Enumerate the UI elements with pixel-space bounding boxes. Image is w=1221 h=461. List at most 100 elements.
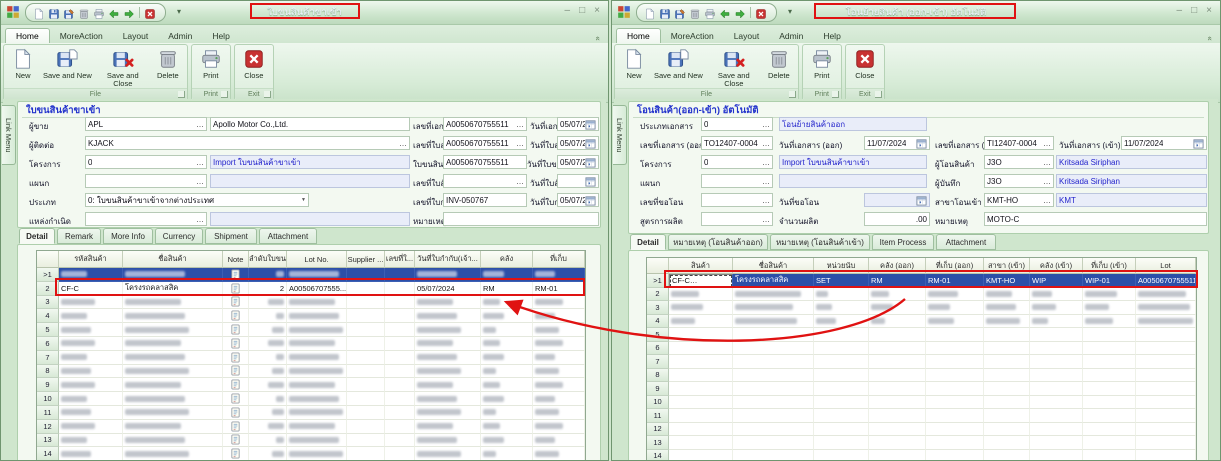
field-recorded_by_name[interactable]: Kritsada Siriphan	[1056, 174, 1207, 188]
field-request_no[interactable]: …	[701, 193, 773, 207]
grid-cell-seq[interactable]	[249, 296, 287, 310]
grid-cell-code[interactable]	[669, 396, 733, 410]
grid-cell-branch_in[interactable]	[984, 396, 1030, 410]
row-number-cell[interactable]: 4	[647, 315, 669, 329]
field-department_name[interactable]	[779, 174, 927, 188]
grid-cell-wh_in[interactable]	[1030, 355, 1083, 369]
field-formula[interactable]: …	[701, 212, 773, 226]
grid-cell-wh_in[interactable]	[1030, 315, 1083, 329]
grid-cell-name[interactable]	[733, 288, 814, 302]
row-number-cell[interactable]: 9	[37, 378, 59, 392]
grid-cell-code[interactable]	[669, 328, 733, 342]
detail-tab-1[interactable]: Remark	[57, 228, 101, 244]
grid-cell-code[interactable]	[669, 301, 733, 315]
grid-cell-name[interactable]	[123, 337, 223, 351]
grid-cell-ref[interactable]	[385, 434, 415, 448]
grid-cell-name[interactable]	[733, 328, 814, 342]
grid-cell-warehouse[interactable]	[481, 406, 533, 420]
grid-cell-lot[interactable]	[1136, 382, 1196, 396]
grid-cell-invoice_date[interactable]	[415, 406, 481, 420]
ellipsis-button[interactable]: …	[1041, 158, 1051, 167]
grid-cell-lot[interactable]	[1136, 369, 1196, 383]
grid-cell-name[interactable]	[123, 351, 223, 365]
grid-cell-lot[interactable]	[1136, 409, 1196, 423]
grid-cell-seq[interactable]	[249, 378, 287, 392]
grid-cell-bin[interactable]	[533, 323, 585, 337]
grid-cell-ref[interactable]	[385, 406, 415, 420]
grid-cell-wh_in[interactable]	[1030, 288, 1083, 302]
field-type_value[interactable]: 0: ใบขนสินค้าขาเข้าจากต่างประเทศ▼	[85, 193, 309, 207]
detail-tab-detail[interactable]: Detail	[19, 228, 55, 244]
grid-cell-bin_out[interactable]	[926, 409, 984, 423]
grid-cell-bin_in[interactable]	[1083, 315, 1136, 329]
calendar-icon[interactable]	[585, 138, 596, 149]
ellipsis-button[interactable]: …	[194, 158, 204, 167]
detail-tab-2[interactable]: หมายเหตุ (โอนสินค้าเข้า)	[770, 234, 870, 250]
calendar-icon[interactable]	[1193, 138, 1204, 149]
calendar-icon[interactable]	[585, 195, 596, 206]
grid-cell-name[interactable]	[123, 296, 223, 310]
grid-cell-uom[interactable]	[814, 342, 869, 356]
field-qty[interactable]: .00	[864, 212, 930, 226]
grid-cell-bin[interactable]	[533, 392, 585, 406]
field-doc_type_code[interactable]: 0…	[701, 117, 773, 131]
field-department_name[interactable]	[210, 174, 410, 188]
grid-cell-bin_out[interactable]	[926, 288, 984, 302]
grid-cell-warehouse[interactable]	[481, 337, 533, 351]
grid-cell-supplier[interactable]	[347, 365, 385, 379]
grid-cell-uom[interactable]	[814, 328, 869, 342]
field-transfer_by_name[interactable]: Kritsada Siriphan	[1056, 155, 1207, 169]
row-number-cell[interactable]: 2	[37, 282, 59, 296]
grid-cell-branch_in[interactable]	[984, 328, 1030, 342]
grid-cell-wh_in[interactable]	[1030, 396, 1083, 410]
grid-cell-name[interactable]	[733, 450, 814, 461]
column-header-wh_out[interactable]: คลัง (ออก)	[869, 258, 926, 274]
row-number-cell[interactable]: >1	[647, 274, 669, 288]
grid-cell-name[interactable]	[123, 268, 223, 282]
detail-tab-4[interactable]: Shipment	[205, 228, 257, 244]
detail-tab-detail[interactable]: Detail	[630, 234, 666, 250]
grid-cell-name[interactable]	[733, 301, 814, 315]
grid-cell-note[interactable]	[223, 337, 249, 351]
column-header-name[interactable]: ชื่อสินค้า	[733, 258, 814, 274]
column-header-bin[interactable]: ที่เก็บ	[533, 251, 585, 268]
grid-cell-lot[interactable]	[1136, 315, 1196, 329]
field-invoice_date[interactable]: 05/07/2024	[557, 193, 599, 207]
grid-cell-wh_out[interactable]	[869, 328, 926, 342]
grid-cell-supplier[interactable]	[347, 337, 385, 351]
grid-cell-branch_in[interactable]	[984, 436, 1030, 450]
grid-cell-seq[interactable]	[249, 323, 287, 337]
detail-tab-1[interactable]: หมายเหตุ (โอนสินค้าออก)	[668, 234, 768, 250]
detail-tab-2[interactable]: More Info	[103, 228, 153, 244]
grid-cell-wh_in[interactable]	[1030, 450, 1083, 461]
grid-cell-code[interactable]	[669, 382, 733, 396]
grid-cell-invoice_date[interactable]: 05/07/2024	[415, 282, 481, 296]
grid-cell-branch_in[interactable]	[984, 355, 1030, 369]
grid-cell-bin_out[interactable]	[926, 355, 984, 369]
column-header-warehouse[interactable]: คลัง	[481, 251, 533, 268]
grid-cell-wh_in[interactable]	[1030, 382, 1083, 396]
grid-cell-wh_out[interactable]	[869, 315, 926, 329]
grid-cell-note[interactable]	[223, 378, 249, 392]
grid-cell-lot[interactable]	[1136, 301, 1196, 315]
grid-cell-branch_in[interactable]	[984, 301, 1030, 315]
ellipsis-button[interactable]: …	[514, 177, 524, 186]
grid-cell-lot[interactable]	[287, 420, 347, 434]
grid-cell-seq[interactable]	[249, 351, 287, 365]
grid-cell-lot[interactable]: A0050670755511	[1136, 274, 1196, 288]
grid-cell-warehouse[interactable]	[481, 447, 533, 461]
grid-cell-uom[interactable]: SET	[814, 274, 869, 288]
grid-cell-invoice_date[interactable]	[415, 392, 481, 406]
ellipsis-button[interactable]: …	[1041, 177, 1051, 186]
row-number-cell[interactable]: 12	[647, 423, 669, 437]
grid-cell-bin[interactable]	[533, 337, 585, 351]
field-project_name[interactable]: Import ใบขนสินค้าขาเข้า	[210, 155, 410, 169]
grid-cell-bin_out[interactable]	[926, 382, 984, 396]
row-number-cell[interactable]: 9	[647, 382, 669, 396]
grid-cell-name[interactable]	[733, 436, 814, 450]
grid-cell-code[interactable]: CF-C	[59, 282, 123, 296]
column-header-name[interactable]: ชื่อสินค้า	[123, 251, 223, 268]
grid-cell-wh_out[interactable]	[869, 450, 926, 461]
grid-cell-supplier[interactable]	[347, 268, 385, 282]
grid-cell-ref[interactable]	[385, 282, 415, 296]
